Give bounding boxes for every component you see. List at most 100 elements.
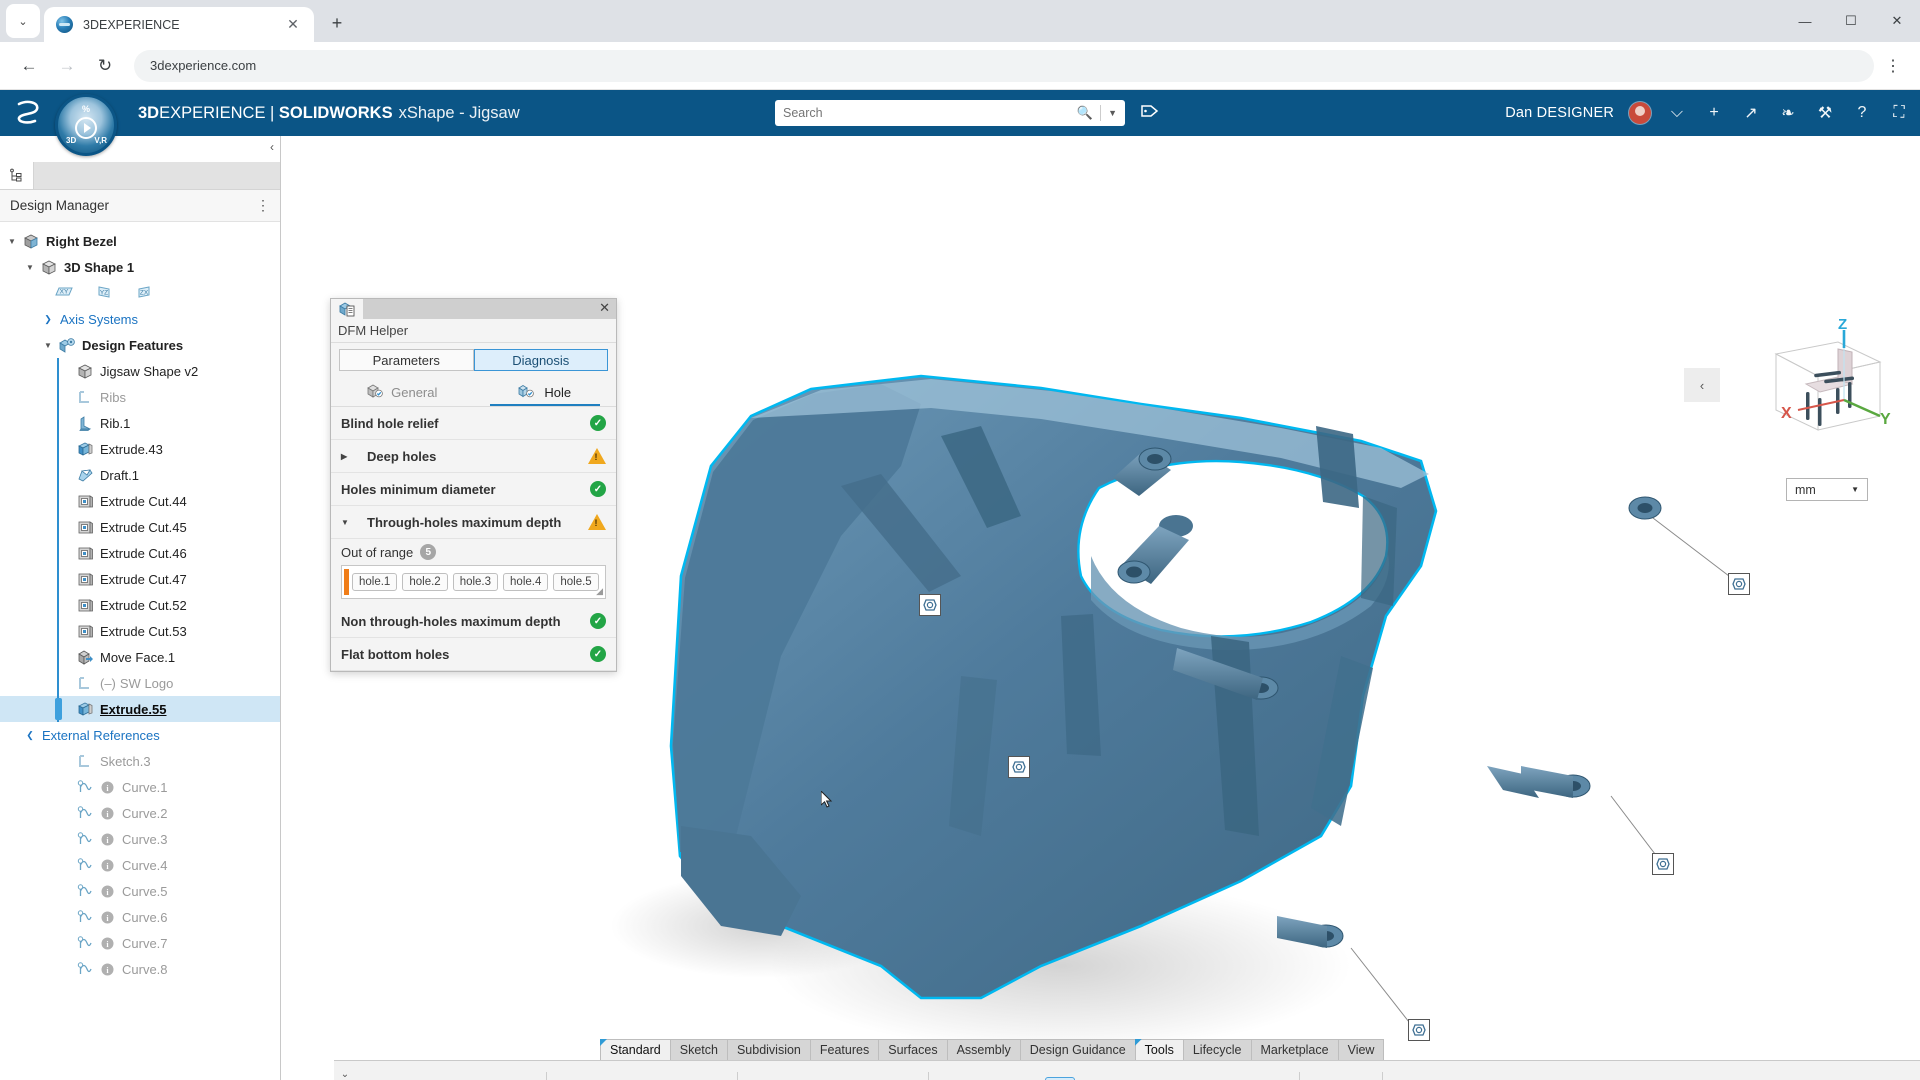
window-close-icon[interactable]: ✕	[1874, 0, 1920, 42]
chevron-down-icon[interactable]: ▼	[1851, 485, 1859, 494]
mass-properties-icon[interactable]	[973, 1077, 1003, 1080]
panel-menu-icon[interactable]: ⋮	[256, 197, 270, 214]
ribbon-tab-tools[interactable]: Tools	[1135, 1039, 1184, 1060]
dfm-subtab-general[interactable]: General	[331, 378, 474, 406]
export-icon[interactable]	[1261, 1077, 1291, 1080]
tree-item-rib-1[interactable]: Rib.1	[0, 410, 280, 436]
tree-item-extrude-cut-45[interactable]: Extrude Cut.45	[0, 514, 280, 540]
dfm-helper-icon[interactable]	[1045, 1077, 1075, 1080]
ribbon-tab-features[interactable]: Features	[810, 1039, 879, 1060]
share-icon[interactable]: ↗	[1740, 103, 1762, 123]
magnify-icon[interactable]	[890, 1077, 920, 1080]
compass-icon[interactable]: % 3D V,R	[55, 94, 117, 156]
plane-xy-icon[interactable]: XY	[54, 284, 74, 303]
hole-callout-marker[interactable]	[1652, 853, 1674, 878]
reload-icon[interactable]: ↻	[88, 49, 122, 83]
appearance-icon[interactable]	[818, 1077, 848, 1080]
dfm-tab-parameters[interactable]: Parameters	[339, 349, 474, 371]
tree-view-icon[interactable]	[0, 162, 34, 189]
help-icon[interactable]: ?	[699, 1077, 729, 1080]
ribbon-tab-surfaces[interactable]: Surfaces	[878, 1039, 947, 1060]
render-icon[interactable]	[1308, 1077, 1338, 1080]
out-of-range-hole-list[interactable]: hole.1hole.2hole.3hole.4hole.5◢	[341, 565, 606, 599]
tree-item-right-bezel[interactable]: ▼Right Bezel	[0, 228, 280, 254]
tree-item-sketch-3[interactable]: Sketch.3	[0, 748, 280, 774]
new-part-icon[interactable]	[364, 1077, 394, 1080]
ribbon-tab-lifecycle[interactable]: Lifecycle	[1183, 1039, 1252, 1060]
chevron-down-icon[interactable]: ▼	[1108, 108, 1117, 118]
color-wheel-icon[interactable]	[854, 1077, 884, 1080]
hole-callout-marker[interactable]	[919, 594, 941, 619]
info-icon[interactable]: i	[96, 777, 118, 797]
tree-item-curve-8[interactable]: iCurve.8	[0, 956, 280, 982]
tab-list-chevron-icon[interactable]: ⌄	[6, 4, 40, 38]
view-cube[interactable]: Z X Y	[1728, 318, 1908, 448]
tree-item-sw-logo[interactable]: (–)SW Logo	[0, 670, 280, 696]
hole-chip[interactable]: hole.4	[503, 573, 548, 591]
plane-yz-icon[interactable]: YZ	[96, 284, 114, 303]
viewport-back-button[interactable]: ‹	[1684, 368, 1720, 402]
tree-item-axis-systems[interactable]: ❯Axis Systems	[0, 306, 280, 332]
dfm-check-non-through-holes-maximum-depth[interactable]: Non through-holes maximum depth✓	[331, 605, 616, 638]
browser-menu-icon[interactable]: ⋮	[1878, 51, 1908, 81]
ribbon-expand-icon[interactable]: ⌄	[334, 1069, 356, 1080]
undo-icon[interactable]	[627, 1077, 657, 1080]
hole-callout-marker[interactable]	[1728, 573, 1750, 598]
ribbon-tab-subdivision[interactable]: Subdivision	[727, 1039, 811, 1060]
search-input[interactable]	[783, 106, 1077, 120]
tolerance-icon[interactable]	[1225, 1077, 1255, 1080]
tree-item-3d-shape-1[interactable]: ▼3D Shape 1	[0, 254, 280, 280]
avatar[interactable]	[1629, 102, 1651, 124]
redo-icon[interactable]	[663, 1077, 693, 1080]
dfm-check-deep-holes[interactable]: ▶Deep holes	[331, 440, 616, 473]
tree-item-planes[interactable]: XY YZ ZX	[0, 280, 280, 306]
magnify-inspect-icon[interactable]	[1081, 1077, 1111, 1080]
tree-item-curve-5[interactable]: iCurve.5	[0, 878, 280, 904]
ribbon-tab-assembly[interactable]: Assembly	[947, 1039, 1021, 1060]
user-name[interactable]: Dan DESIGNER	[1505, 105, 1614, 121]
address-bar[interactable]: 3dexperience.com	[134, 50, 1874, 82]
dfm-check-holes-minimum-diameter[interactable]: Holes minimum diameter✓	[331, 473, 616, 506]
hole-chip[interactable]: hole.3	[453, 573, 498, 591]
close-icon[interactable]: ✕	[284, 16, 302, 34]
global-search[interactable]: 🔍 ▼	[775, 100, 1125, 126]
resize-grip-icon[interactable]: ◢	[596, 586, 603, 597]
tree-item-draft-1[interactable]: Draft.1	[0, 462, 280, 488]
lasso-select-icon[interactable]	[746, 1077, 776, 1080]
settings-gear-icon[interactable]	[591, 1077, 621, 1080]
inspect-icon[interactable]	[1009, 1077, 1039, 1080]
tree-item-curve-6[interactable]: iCurve.6	[0, 904, 280, 930]
refresh-icon[interactable]	[508, 1077, 538, 1080]
ribbon-tab-sketch[interactable]: Sketch	[670, 1039, 728, 1060]
chevron-right-icon[interactable]: ▶	[341, 452, 353, 461]
maximize-icon[interactable]: ☐	[1828, 0, 1874, 42]
chevron-down-icon[interactable]: ▼	[22, 263, 38, 272]
info-icon[interactable]: i	[96, 803, 118, 823]
hole-chip[interactable]: hole.1	[352, 573, 397, 591]
info-icon[interactable]: i	[96, 907, 118, 927]
tree-item-curve-1[interactable]: iCurve.1	[0, 774, 280, 800]
chevron-down-icon[interactable]: ❮	[22, 730, 38, 741]
dfm-helper-dialog[interactable]: ✕ DFM Helper ParametersDiagnosis General…	[330, 298, 617, 672]
info-icon[interactable]: i	[96, 855, 118, 875]
tree-item-move-face-1[interactable]: Move Face.1	[0, 644, 280, 670]
tree-item-extrude-cut-53[interactable]: Extrude Cut.53	[0, 618, 280, 644]
add-icon[interactable]: +	[1703, 104, 1725, 122]
image-export-icon[interactable]	[782, 1077, 812, 1080]
info-icon[interactable]: i	[96, 959, 118, 979]
info-icon[interactable]: i	[96, 881, 118, 901]
hole-callout-marker[interactable]	[1008, 756, 1030, 781]
arrange-icon[interactable]	[555, 1077, 585, 1080]
tree-item-extrude-55[interactable]: Extrude.55	[0, 696, 280, 722]
chevron-right-icon[interactable]: ❯	[40, 314, 56, 325]
tag-icon[interactable]	[1140, 102, 1160, 125]
chevron-down-icon[interactable]: ▼	[341, 518, 353, 527]
dfm-subtab-hole[interactable]: Hole	[474, 378, 617, 406]
3d-print-icon[interactable]: 3	[1391, 1077, 1421, 1080]
dfm-check-blind-hole-relief[interactable]: Blind hole relief✓	[331, 407, 616, 440]
tree-item-extrude-43[interactable]: Extrude.43	[0, 436, 280, 462]
search-icon[interactable]: 🔍	[1077, 105, 1093, 121]
cnc-icon[interactable]	[1427, 1077, 1457, 1080]
collaborate-icon[interactable]: ⌵	[1666, 104, 1688, 122]
open-icon[interactable]	[400, 1077, 430, 1080]
